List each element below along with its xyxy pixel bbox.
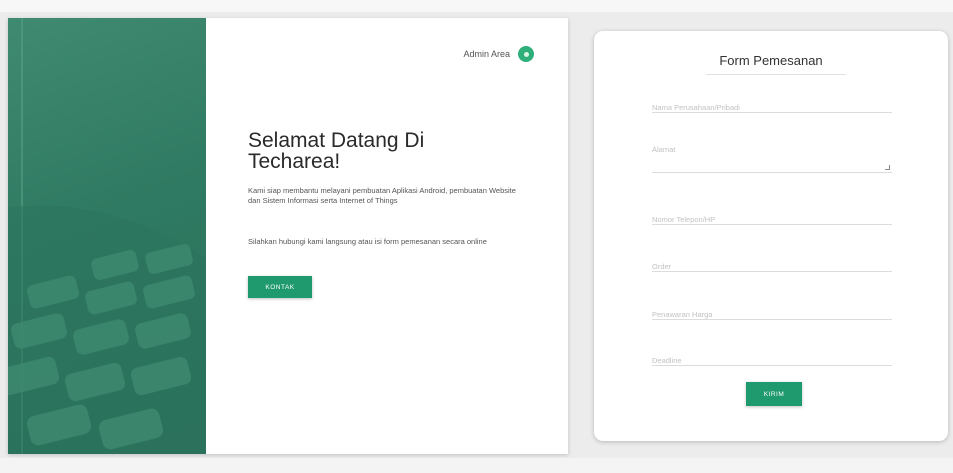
admin-area[interactable]: Admin Area: [463, 46, 534, 62]
price-field[interactable]: [652, 310, 892, 319]
deadline-field[interactable]: [652, 356, 892, 365]
name-field-wrapper: [652, 97, 892, 113]
order-form-card: Form Pemesanan KIRIM: [594, 31, 948, 441]
user-icon: [523, 51, 529, 57]
submit-button[interactable]: KIRIM: [746, 382, 802, 406]
hero-description: Kami siap membantu melayani pembuatan Ap…: [248, 186, 516, 205]
phone-field[interactable]: [652, 215, 892, 224]
hero-card: Admin Area Selamat Datang Di Techarea! K…: [8, 18, 568, 454]
hero-description-secondary: Silahkan hubungi kami langsung atau isi …: [248, 237, 487, 246]
laptop-keyboard-illustration: [8, 18, 206, 454]
contact-button[interactable]: KONTAK: [248, 276, 312, 298]
price-field-wrapper: [652, 304, 892, 320]
order-field-wrapper: [652, 256, 892, 272]
page-title: Selamat Datang Di Techarea!: [248, 129, 425, 173]
hero-content: Admin Area Selamat Datang Di Techarea! K…: [206, 18, 568, 454]
top-strip: [0, 0, 953, 12]
bottom-strip: [0, 458, 953, 473]
textarea-resize-handle[interactable]: [885, 165, 890, 170]
name-field[interactable]: [652, 103, 892, 112]
form-title-divider: [706, 74, 846, 75]
deadline-field-wrapper: [652, 350, 892, 366]
order-field[interactable]: [652, 262, 892, 271]
avatar[interactable]: [518, 46, 534, 62]
form-title: Form Pemesanan: [719, 53, 823, 68]
hero-image: [8, 18, 206, 454]
phone-field-wrapper: [652, 209, 892, 225]
admin-area-label[interactable]: Admin Area: [463, 49, 510, 59]
address-field-wrapper: [652, 145, 892, 173]
address-field[interactable]: [652, 145, 892, 163]
